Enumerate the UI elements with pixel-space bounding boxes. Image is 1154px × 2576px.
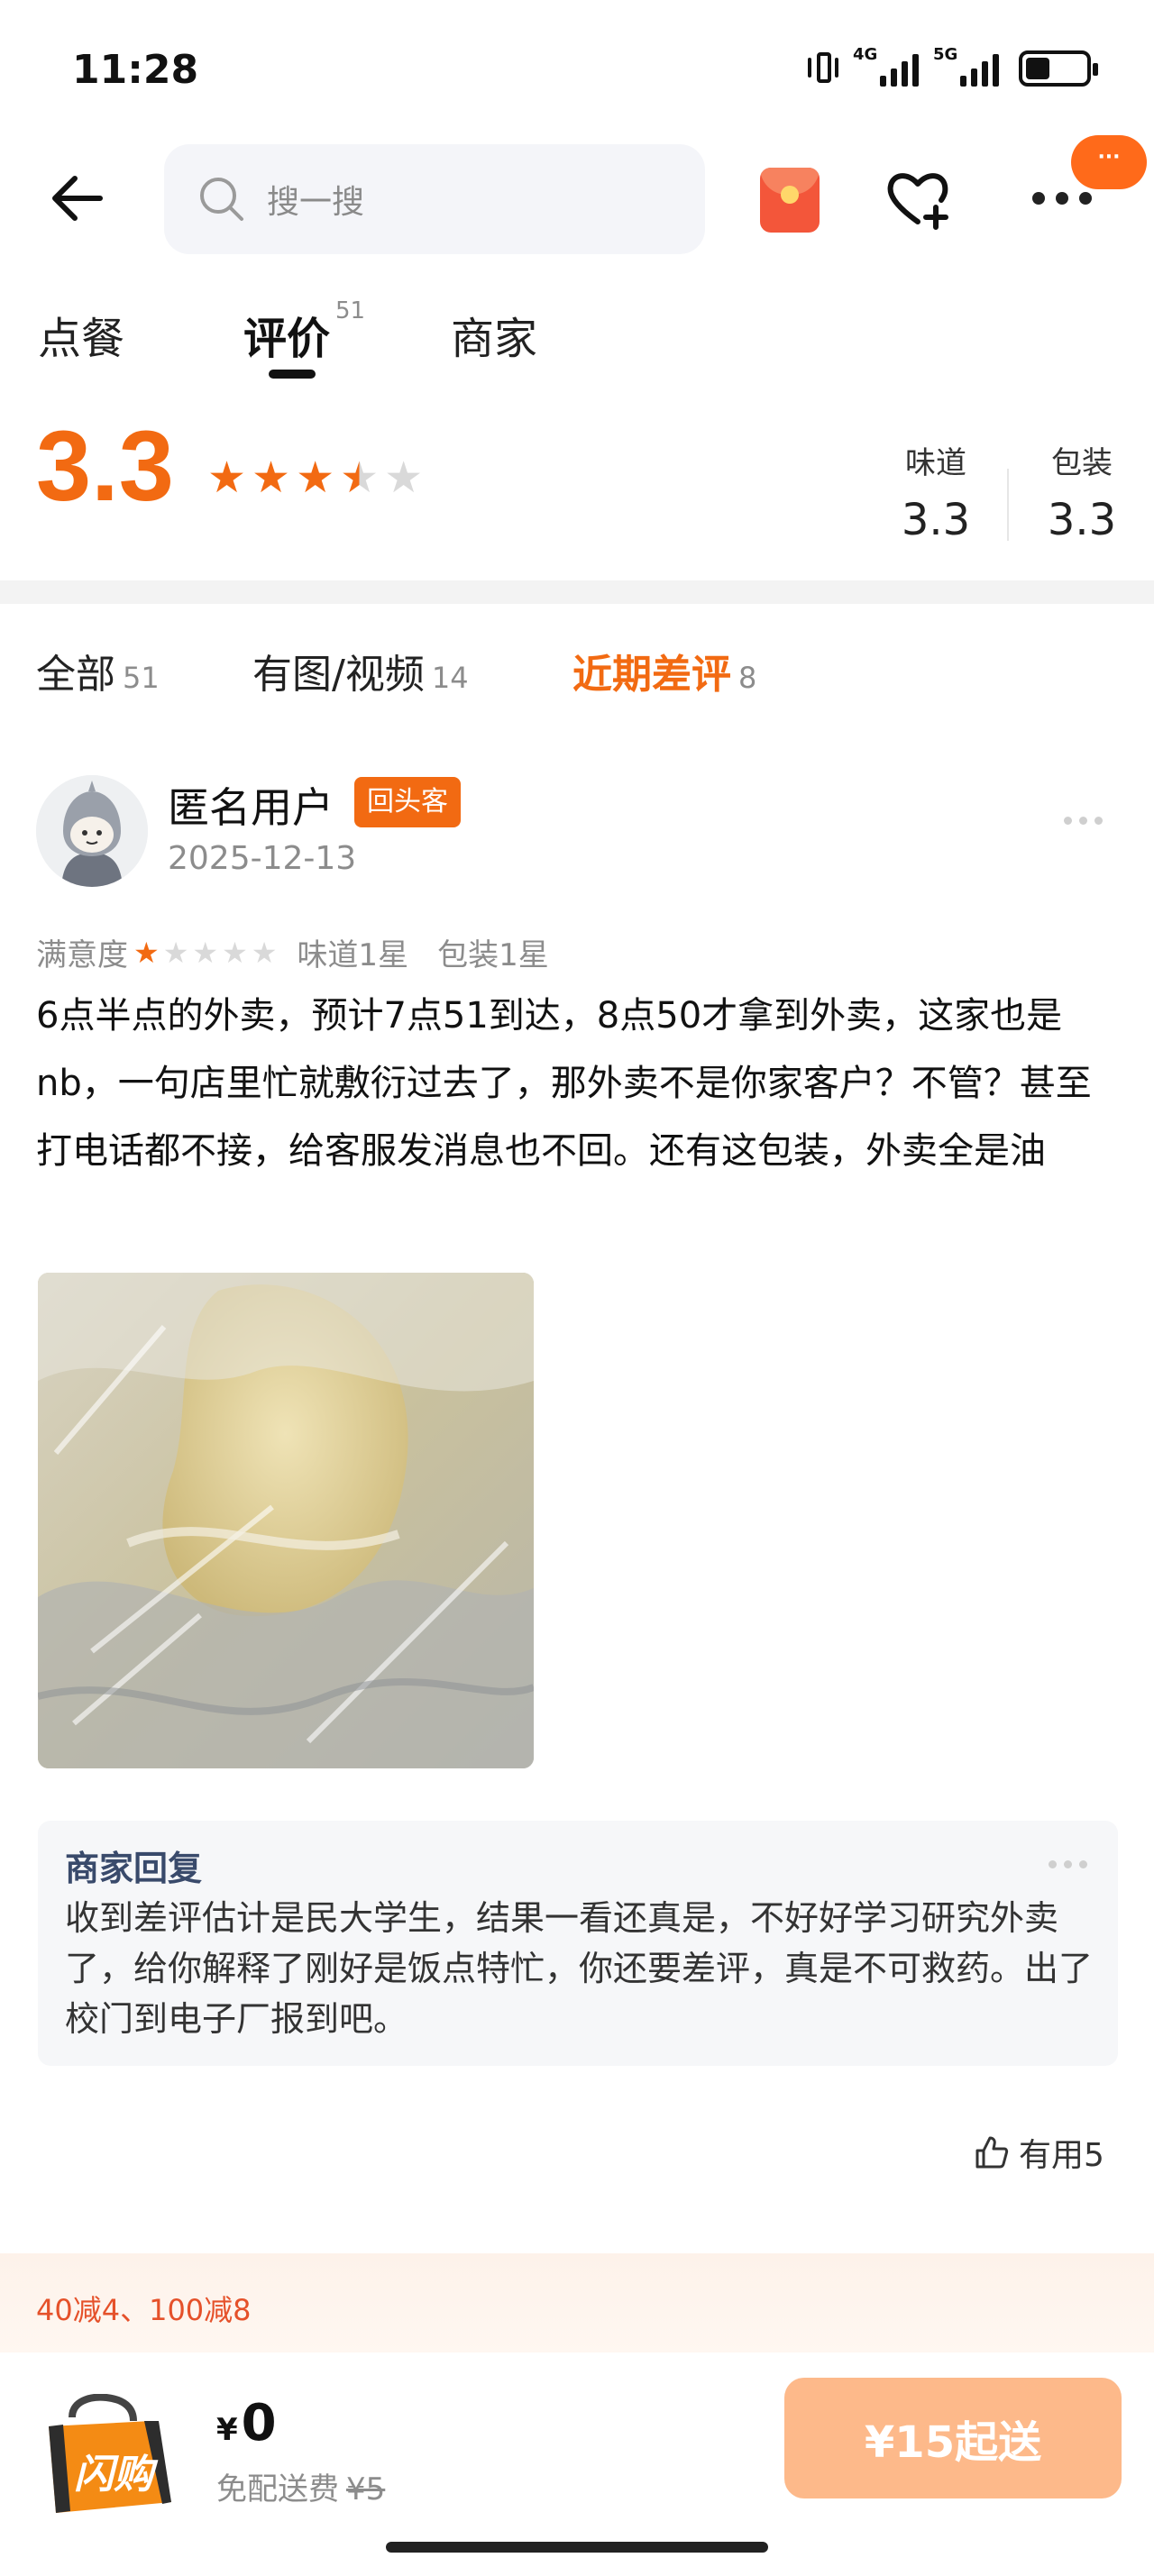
- heart-plus-icon: [887, 173, 948, 230]
- packaging-rating: 包装1星: [437, 937, 549, 973]
- favorite-button[interactable]: [882, 162, 954, 234]
- arrow-left-icon: [52, 176, 103, 221]
- review-photo[interactable]: [38, 1273, 534, 1768]
- overall-score: 3.3: [36, 411, 174, 522]
- discount-text: 40减4、100减8: [36, 2293, 252, 2327]
- minimum-order-button[interactable]: ¥15起送: [784, 2378, 1122, 2498]
- search-placeholder: 搜一搜: [267, 184, 365, 221]
- status-icons: 4G 5G: [808, 45, 1098, 87]
- review-filters: 全部 51 有图/视频 14 近期差评 8: [0, 631, 1154, 703]
- status-bar: 11:28 4G 5G: [0, 0, 1154, 135]
- star-icon: ★: [192, 935, 219, 970]
- star-icon: ★: [251, 935, 278, 970]
- star-icon: ★: [133, 935, 160, 970]
- filter-with-media[interactable]: 有图/视频 14: [252, 642, 469, 699]
- top-navigation: 搜一搜 ···: [0, 135, 1154, 261]
- dot-icon: [1032, 192, 1045, 205]
- tab-order[interactable]: 点餐: [38, 303, 124, 366]
- avatar[interactable]: [36, 775, 148, 887]
- merchant-reply-text: 收到差评估计是民大学生，结果一看还真是，不好好学习研究外卖了，给你解释了刚好是饭…: [65, 1898, 1094, 2039]
- user-name: 匿名用户: [168, 783, 334, 832]
- notification-bubble[interactable]: ···: [1071, 135, 1147, 189]
- review-image: [38, 1273, 534, 1768]
- overall-stars: ★ ★ ★ ★ ★: [207, 456, 423, 499]
- delivery-fee: 免配送费 ¥5: [216, 2471, 386, 2507]
- star-icon: ★: [384, 452, 424, 503]
- vibrate-icon: [808, 50, 838, 87]
- battery-icon: [1019, 50, 1098, 87]
- filter-recent-negative[interactable]: 近期差评 8: [572, 642, 756, 699]
- filter-all[interactable]: 全部 51: [36, 642, 160, 699]
- star-icon: ★: [222, 935, 248, 970]
- review-more-button[interactable]: [1064, 817, 1103, 825]
- signal-5g-icon: 5G: [933, 45, 999, 87]
- satisfaction-row: 满意度 ★ ★ ★ ★ ★ 味道1星 包装1星: [36, 930, 549, 974]
- satisfaction-stars: ★ ★ ★ ★ ★: [133, 938, 277, 967]
- back-button[interactable]: [36, 162, 117, 234]
- search-icon: [200, 178, 243, 221]
- signal-4g-icon: 4G: [853, 45, 919, 87]
- star-icon: ★: [252, 452, 291, 503]
- reply-more-button[interactable]: [1049, 1860, 1087, 1868]
- useful-button[interactable]: 有用5: [974, 2129, 1104, 2176]
- star-icon: ★: [340, 452, 380, 503]
- merchant-reply: 商家回复 收到差评估计是民大学生，结果一看还真是，不好好学习研究外卖了，给你解释…: [38, 1821, 1118, 2066]
- packaging-score: 包装 3.3: [1047, 445, 1117, 545]
- divider: [1007, 469, 1009, 541]
- tab-merchant[interactable]: 商家: [451, 303, 537, 366]
- tab-reviews[interactable]: 评价51: [243, 297, 365, 366]
- review-count: 51: [335, 297, 366, 324]
- active-tab-indicator: [269, 370, 316, 379]
- search-input[interactable]: 搜一搜: [164, 144, 705, 254]
- flash-purchase-logo[interactable]: 闪购: [36, 2393, 182, 2517]
- rating-summary: 3.3 ★ ★ ★ ★ ★ 味道 3.3 包装 3.3: [0, 406, 1154, 577]
- anonymous-avatar-icon: [36, 775, 148, 887]
- review-date: 2025-12-13: [168, 840, 357, 877]
- red-packet-icon[interactable]: [760, 168, 820, 233]
- star-icon: ★: [162, 935, 189, 970]
- delivery-price: ¥0: [216, 2394, 277, 2453]
- review-text: 6点半点的外卖，预计7点51到达，8点50才拿到外卖，这家也是nb，一句店里忙就…: [36, 995, 1092, 1172]
- section-divider: [0, 580, 1154, 604]
- svg-text:闪购: 闪购: [74, 2453, 159, 2497]
- dot-icon: [1079, 192, 1092, 205]
- merchant-reply-title: 商家回复: [65, 1849, 203, 1888]
- star-icon: ★: [207, 452, 247, 503]
- taste-score: 味道 3.3: [901, 445, 971, 545]
- status-time: 11:28: [72, 47, 199, 93]
- thumbs-up-icon: [975, 2136, 1009, 2169]
- shopping-bag-logo-icon: 闪购: [49, 2393, 171, 2513]
- returning-customer-badge: 回头客: [354, 777, 461, 827]
- dot-icon: [1056, 192, 1068, 205]
- taste-rating: 味道1星: [297, 937, 409, 973]
- star-icon: ★: [296, 452, 335, 503]
- discount-banner[interactable]: 40减4、100减8: [0, 2253, 1154, 2352]
- home-indicator[interactable]: [386, 2542, 768, 2553]
- page-tabs: 点餐 评价51 商家: [0, 288, 1154, 388]
